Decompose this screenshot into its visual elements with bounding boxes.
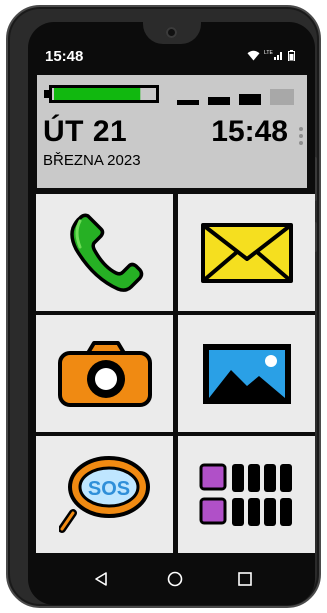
recents-icon[interactable]	[238, 572, 252, 586]
sos-tile[interactable]: SOS	[36, 436, 173, 553]
month-year-label: BŘEZNA 2023	[43, 152, 141, 169]
screen: 15:48 LTE ÚT 21 15:48 BŘEZNA 2023 SOS	[28, 22, 315, 605]
battery-level-fill	[54, 88, 141, 100]
gallery-tile[interactable]	[178, 315, 315, 432]
navigation-bar	[95, 571, 252, 587]
camera-tile[interactable]	[36, 315, 173, 432]
battery-status-icon	[288, 49, 295, 61]
recents-button[interactable]	[238, 572, 252, 586]
signal-strength-indicator	[177, 89, 294, 105]
camera-icon	[57, 340, 152, 407]
status-bar: 15:48 LTE	[28, 22, 315, 72]
back-icon[interactable]	[95, 572, 107, 586]
lte-signal-icon: LTE	[264, 50, 282, 60]
overflow-menu-icon[interactable]	[299, 127, 303, 145]
date-display: ÚT 21	[43, 115, 128, 148]
apps-tile[interactable]	[178, 436, 315, 553]
network-type-label: LTE	[264, 50, 273, 56]
picture-icon	[202, 343, 291, 404]
phone-frame: 15:48 LTE ÚT 21 15:48 BŘEZNA 2023 SOS	[6, 5, 321, 608]
battery-indicator	[44, 85, 159, 103]
home-icon[interactable]	[167, 571, 183, 587]
status-icons: LTE	[247, 49, 295, 61]
home-button[interactable]	[167, 571, 183, 587]
sos-label: SOS	[87, 478, 129, 500]
phone-handset-icon	[69, 213, 143, 292]
phone-tile[interactable]	[36, 194, 173, 311]
messages-tile[interactable]	[178, 194, 315, 311]
home-header-panel: ÚT 21 15:48 BŘEZNA 2023	[37, 75, 307, 188]
wifi-icon	[247, 50, 260, 60]
apps-grid-icon	[199, 463, 292, 526]
sos-magnifier-icon: SOS	[58, 455, 150, 533]
clock-display: 15:48	[211, 115, 288, 148]
back-button[interactable]	[95, 572, 107, 586]
envelope-icon	[200, 222, 293, 283]
status-time: 15:48	[45, 48, 84, 65]
